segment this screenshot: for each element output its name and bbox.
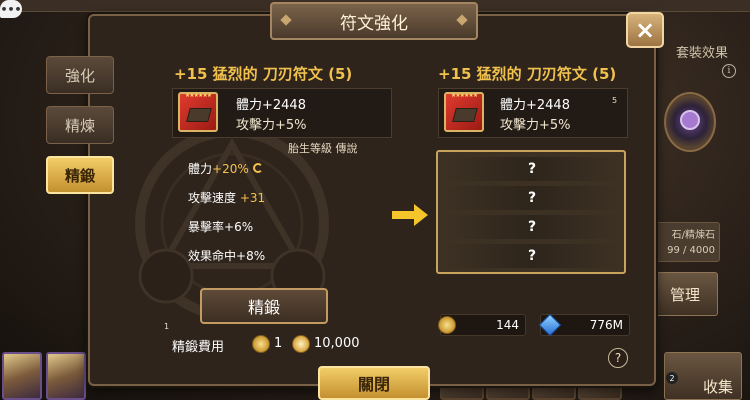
info-icon[interactable]: i (722, 64, 736, 78)
close-icon[interactable]: × (626, 12, 664, 48)
collection-badge: 2 (666, 372, 678, 384)
substat-name: 攻擊速度 (188, 191, 237, 205)
stone-label: 石/精煉石 (671, 230, 715, 241)
grind-cost-mana: 10,000 (314, 336, 360, 351)
substat-value: +20% (212, 162, 249, 176)
substat-line[interactable]: 效果命中+8% (188, 247, 265, 264)
chat-icon[interactable]: ••• (0, 0, 22, 18)
rune-slot-number: 5 (612, 96, 618, 105)
help-icon[interactable]: ? (608, 348, 628, 368)
result-main-stat: 體力+2448 (500, 98, 570, 113)
reroll-icon (252, 163, 263, 173)
result-rune-title: +15 猛烈的 刀刃符文 (5) (438, 65, 617, 83)
tab-refine[interactable]: 精煉 (46, 106, 114, 144)
crystal-count: 776M (589, 318, 623, 332)
set-effect-label: 套裝效果 (676, 46, 729, 61)
unknown-substat: ? (444, 215, 620, 239)
substat-value: +6% (224, 220, 254, 234)
dialog-title: 符文強化 (270, 2, 478, 40)
blade-symbol-icon (186, 108, 212, 122)
stone-counter[interactable]: 石/精煉石 99 / 4000 (652, 222, 720, 262)
unknown-substat: ? (444, 186, 620, 210)
grind-button[interactable]: 精鍛 (200, 288, 328, 324)
grind-cost-count: 1 (274, 336, 283, 351)
close-button[interactable]: 關閉 (318, 366, 430, 400)
grind-cost-label: 精鍛費用 (172, 340, 225, 355)
current-innate-stat: 攻擊力+5% (236, 118, 307, 133)
result-innate-stat: 攻擊力+5% (500, 118, 571, 133)
blade-symbol-icon (452, 108, 478, 122)
tab-enhance[interactable]: 強化 (46, 56, 114, 94)
grindstone-icon (252, 335, 270, 353)
unknown-substat: ? (444, 157, 620, 181)
substat-value: +8% (236, 249, 266, 263)
substat-value: +31 (239, 191, 266, 205)
current-rune-title: +15 猛烈的 刀刃符文 (5) (174, 65, 353, 83)
substat-name: 體力 (188, 162, 213, 176)
grind-badge: 1 (164, 322, 170, 331)
rune-set-icon (680, 110, 700, 130)
current-main-stat: 體力+2448 (236, 98, 306, 113)
rune-stars: ★★★★★★ (184, 92, 212, 99)
substat-line[interactable]: 體力+20% (188, 160, 263, 177)
stone-count: 99 / 4000 (667, 245, 715, 256)
rune-stars: ★★★★★★ (450, 92, 478, 99)
substat-line[interactable]: 攻擊速度 +31 (188, 189, 265, 206)
unknown-substat: ? (444, 244, 620, 268)
grindstone-count: 144 (496, 318, 519, 332)
substat-name: 效果命中 (188, 249, 237, 263)
monster-portrait[interactable] (46, 352, 86, 400)
monster-portrait[interactable] (2, 352, 42, 400)
arrow-right-icon (392, 204, 428, 226)
tab-grind[interactable]: 精鍛 (46, 156, 114, 194)
substat-name: 暴擊率 (188, 220, 225, 234)
rune-grade-label: 胎生等級 傳說 (288, 142, 358, 155)
substat-line[interactable]: 暴擊率+6% (188, 218, 253, 235)
manage-button[interactable]: 管理 (652, 272, 718, 316)
grindstone-icon (438, 316, 456, 334)
mana-icon (292, 335, 310, 353)
